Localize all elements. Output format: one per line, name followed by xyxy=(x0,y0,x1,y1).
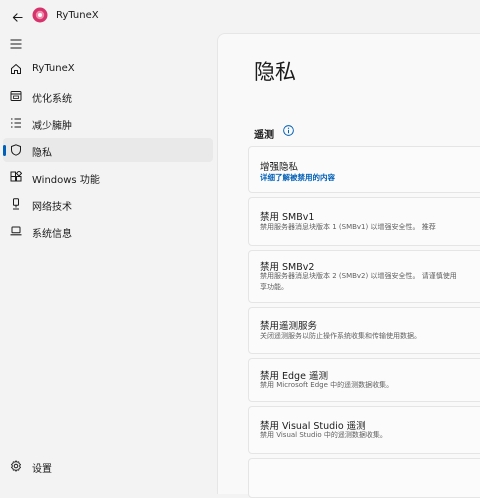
card-title: 增强隐私 xyxy=(260,162,299,173)
menu-toggle-button[interactable] xyxy=(7,35,25,53)
setting-card-smbv1[interactable]: 禁用 SMBv1 禁用服务器消息块版本 1 (SMBv1) 以增强安全性。 推荐 xyxy=(248,197,480,246)
setting-card-edge-telemetry[interactable]: 禁用 Edge 遥测 禁用 Microsoft Edge 中的遥测数据收集。 xyxy=(248,358,480,402)
card-description: 关闭遥测服务以防止操作系统收集和传输使用数据。 xyxy=(260,332,421,340)
home-icon xyxy=(9,62,23,76)
sidebar-item-label: 网络技术 xyxy=(32,202,72,213)
title-bar: RyTuneX xyxy=(0,0,480,33)
learn-more-link[interactable]: 详细了解被禁用的内容 xyxy=(260,172,335,183)
sidebar-item-label: 优化系统 xyxy=(32,94,72,105)
back-button[interactable] xyxy=(6,6,28,28)
sidebar-item-privacy[interactable]: 隐私 xyxy=(3,138,213,162)
list-icon xyxy=(9,116,23,130)
sidebar-item-label: 减少臃肿 xyxy=(32,121,72,132)
section-header: 遥测 xyxy=(254,130,274,141)
selection-indicator xyxy=(3,145,6,156)
network-icon xyxy=(9,197,23,211)
back-arrow-icon xyxy=(12,12,23,22)
card-title: 禁用 SMBv1 xyxy=(260,212,315,223)
sidebar-item-label: 隐私 xyxy=(32,148,52,159)
app-logo-icon xyxy=(32,7,48,23)
sidebar-item-windows-features[interactable]: Windows 功能 xyxy=(3,165,213,189)
sidebar-item-home[interactable]: RyTuneX xyxy=(3,57,213,81)
sidebar-item-system-info[interactable]: 系统信息 xyxy=(3,219,213,243)
card-description: 禁用服务器消息块版本 1 (SMBv1) 以增强安全性。 推荐 xyxy=(260,223,436,231)
laptop-icon xyxy=(9,224,23,238)
windows-features-icon xyxy=(9,170,23,184)
sidebar-nav: RyTuneX 优化系统 减少臃肿 隐私 Windows 功能 网络技术 系统信… xyxy=(3,57,213,246)
app-title: RyTuneX xyxy=(56,10,99,21)
setting-card-smbv2[interactable]: 禁用 SMBv2 禁用服务器消息块版本 2 (SMBv2) 以增强安全性。 请谨… xyxy=(248,250,480,303)
sidebar-item-label: 系统信息 xyxy=(32,229,72,240)
sidebar-item-settings[interactable]: 设置 xyxy=(3,454,213,478)
info-icon[interactable] xyxy=(283,125,294,136)
card-description: 禁用服务器消息块版本 2 (SMBv2) 以增强安全性。 请谨慎使用 xyxy=(260,272,457,280)
card-description-continued: 享功能。 xyxy=(260,283,288,291)
sidebar-item-label: Windows 功能 xyxy=(32,175,100,186)
card-description: 禁用 Visual Studio 中的遥测数据收集。 xyxy=(260,431,387,439)
sidebar-item-label: 设置 xyxy=(32,464,52,475)
sidebar-item-network[interactable]: 网络技术 xyxy=(3,192,213,216)
card-description: 禁用 Microsoft Edge 中的遥测数据收集。 xyxy=(260,381,394,389)
gear-icon xyxy=(9,459,23,473)
card-title: 禁用遥测服务 xyxy=(260,321,318,332)
setting-card-telemetry-service[interactable]: 禁用遥测服务 关闭遥测服务以防止操作系统收集和传输使用数据。 xyxy=(248,307,480,354)
hamburger-icon xyxy=(10,39,22,49)
sidebar-item-optimize[interactable]: 优化系统 xyxy=(3,84,213,108)
setting-card-partial[interactable] xyxy=(248,458,480,498)
page-title: 隐私 xyxy=(254,60,296,84)
setting-card-enhanced-privacy[interactable]: 增强隐私 详细了解被禁用的内容 xyxy=(248,146,480,193)
optimize-icon xyxy=(9,89,23,103)
sidebar-item-label: RyTuneX xyxy=(32,63,75,74)
sidebar-item-debloat[interactable]: 减少臃肿 xyxy=(3,111,213,135)
setting-card-vs-telemetry[interactable]: 禁用 Visual Studio 遥测 禁用 Visual Studio 中的遥… xyxy=(248,406,480,454)
shield-icon xyxy=(9,143,23,157)
